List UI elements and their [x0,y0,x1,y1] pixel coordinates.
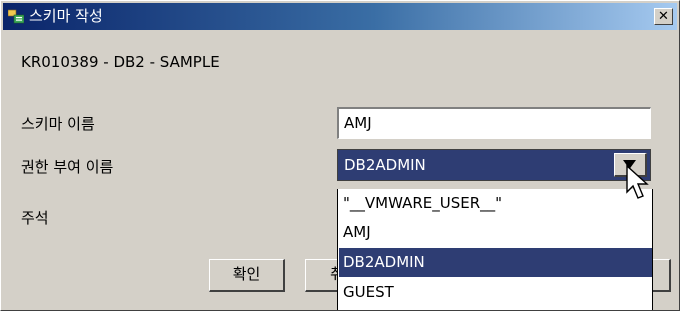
close-button[interactable]: ✕ [654,8,673,25]
dropdown-option-vmware-user[interactable]: "__VMWARE_USER__" [339,189,652,218]
close-icon: ✕ [658,9,669,24]
title-bar[interactable]: 스키마 작성 ✕ [3,3,677,30]
schema-window-icon [8,9,24,24]
ok-button[interactable]: 확인 [209,259,285,292]
authorization-name-select[interactable]: DB2ADMIN [337,149,651,181]
window-title: 스키마 작성 [29,7,103,25]
schema-name-input[interactable]: AMJ [337,107,651,139]
comment-label: 주석 [21,209,49,227]
authorization-name-label: 권한 부여 이름 [21,158,114,176]
dropdown-option-guest[interactable]: GUEST [339,278,652,307]
authorization-dropdown-list: "__VMWARE_USER__" AMJ DB2ADMIN GUEST [337,189,653,310]
create-schema-dialog: 스키마 작성 ✕ KR010389 - DB2 - SAMPLE 스키마 이름 … [0,0,680,311]
authorization-selected-value: DB2ADMIN [344,156,426,174]
mouse-pointer-icon [626,164,649,199]
dropdown-option-amj[interactable]: AMJ [339,218,652,247]
dropdown-option-db2admin[interactable]: DB2ADMIN [339,248,652,277]
schema-name-label: 스키마 이름 [21,115,95,133]
connection-path: KR010389 - DB2 - SAMPLE [21,53,220,71]
